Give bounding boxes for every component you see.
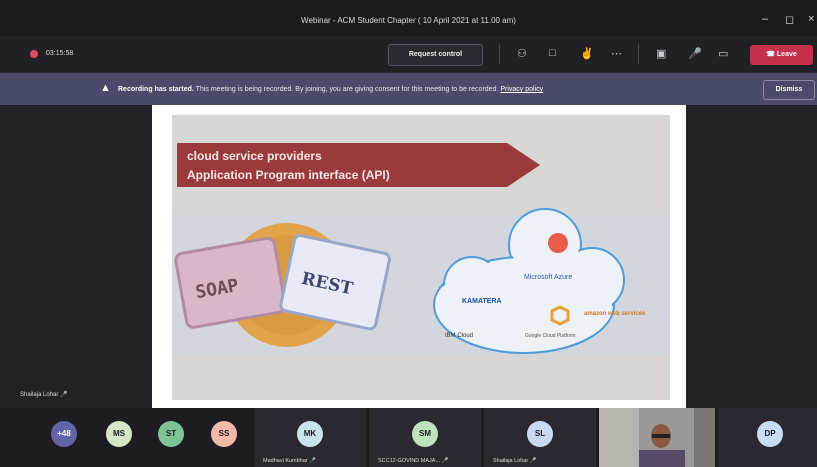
mic-off-icon[interactable]: 🎤	[688, 47, 702, 60]
participant-avatar: DP	[757, 421, 783, 447]
mic-icon: 🎤	[529, 458, 537, 464]
window-title: Webinar - ACM Student Chapter ( 10 April…	[301, 16, 516, 25]
presentation-slide: cloud service providers Application Prog…	[172, 115, 670, 400]
participant-avatar: SM	[412, 421, 438, 447]
participants-icon[interactable]: ⚇	[517, 47, 527, 60]
more-participants-badge[interactable]: +48	[51, 421, 77, 447]
recording-notice-bold: Recording has started.	[118, 86, 194, 93]
privacy-policy-link[interactable]: Privacy policy	[500, 86, 543, 93]
provider-kamatera: KAMATERA	[462, 298, 502, 305]
chat-icon[interactable]: □	[549, 47, 556, 59]
mic-icon: 🎤	[60, 392, 68, 398]
provider-google: Google Cloud Platform	[525, 333, 576, 339]
participant-video[interactable]	[599, 408, 715, 467]
provider-azure: Microsoft Azure	[524, 274, 572, 281]
provider-ibm: IBM Cloud	[445, 333, 473, 339]
camera-off-icon[interactable]: ▣	[656, 47, 666, 60]
close-icon[interactable]: ×	[808, 13, 814, 25]
slide-title-line2: Application Program interface (API)	[187, 168, 390, 182]
active-speaker: Shailaja Lohar 🎤	[20, 391, 68, 398]
leave-button[interactable]: ☎ Leave	[750, 45, 813, 65]
participant-name-text: Madhavi Kumbhar	[263, 458, 308, 464]
mic-icon: 🎤	[441, 458, 449, 464]
dismiss-button[interactable]: Dismiss	[763, 80, 815, 100]
recording-notice-text: This meeting is being recorded. By joini…	[193, 86, 501, 93]
toolbar-divider	[499, 44, 500, 64]
recording-notice: Recording has started. This meeting is b…	[118, 86, 543, 93]
toolbar-divider	[638, 44, 639, 64]
slide-graphic: cloud service providers Application Prog…	[172, 115, 670, 400]
more-icon[interactable]: ⋯	[611, 47, 622, 60]
participant-avatar: SL	[527, 421, 553, 447]
participant-avatar[interactable]: ST	[158, 421, 184, 447]
reactions-icon[interactable]: ✌	[580, 47, 594, 60]
request-control-button[interactable]: Request control	[388, 44, 483, 66]
recording-indicator-icon	[30, 50, 38, 58]
participant-name-text: Shailaja Lohar	[493, 458, 529, 464]
participant-avatar[interactable]: SS	[211, 421, 237, 447]
phone-icon: ☎	[766, 51, 777, 58]
maximize-icon[interactable]: ◻	[785, 13, 794, 26]
meeting-timer: 03:15:58	[46, 50, 74, 57]
minimize-icon[interactable]: –	[762, 13, 768, 25]
participant-name: SCC12-GOVIND MAJA... 🎤	[378, 458, 448, 464]
participant-avatar: MK	[297, 421, 323, 447]
active-speaker-name: Shailaja Lohar	[20, 392, 59, 398]
share-icon[interactable]: ▭	[718, 47, 728, 60]
participant-name-text: SCC12-GOVIND MAJA...	[378, 458, 441, 464]
participant-avatar[interactable]: MS	[106, 421, 132, 447]
mic-icon: 🎤	[309, 458, 317, 464]
slide-title-line1: cloud service providers	[187, 149, 322, 163]
participant-name: Madhavi Kumbhar 🎤	[263, 458, 316, 464]
video-feed	[599, 408, 715, 467]
leave-label: Leave	[776, 51, 797, 58]
participant-name: Shailaja Lohar 🎤	[493, 458, 537, 464]
provider-amazon: amazon web services	[584, 311, 646, 317]
warning-icon: ▲	[100, 82, 111, 94]
